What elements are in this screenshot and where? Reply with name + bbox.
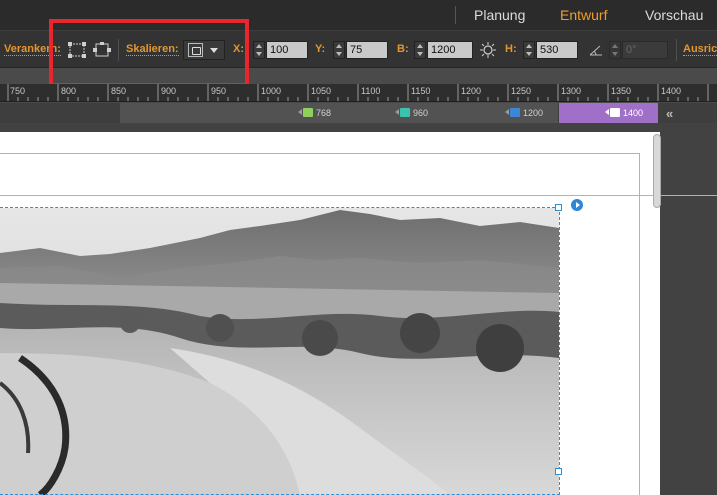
width-label: B: bbox=[397, 43, 409, 55]
breakpoint-label: 1400 bbox=[623, 108, 644, 118]
height-label: H: bbox=[505, 43, 517, 55]
breakpoint-swatch bbox=[510, 108, 520, 117]
chevron-down-icon bbox=[210, 48, 218, 53]
breakpoint-label: 1200 bbox=[523, 108, 544, 118]
height-stepper[interactable] bbox=[523, 41, 535, 59]
breakpoint-bar: 768 960 1200 1400 « bbox=[0, 103, 717, 123]
horizontal-ruler: 750 800 850 900 950 1000 1050 1100 1150 … bbox=[0, 84, 717, 102]
frame-options-button[interactable] bbox=[570, 198, 584, 212]
scale-dropdown[interactable] bbox=[183, 40, 225, 60]
breakpoint-1400[interactable]: 1400 bbox=[605, 107, 643, 119]
breakpoint-swatch bbox=[610, 108, 620, 117]
breakpoint-768[interactable]: 768 bbox=[298, 107, 331, 119]
resize-handle[interactable] bbox=[555, 204, 562, 211]
breakpoint-960[interactable]: 960 bbox=[395, 107, 428, 119]
resize-handle[interactable] bbox=[555, 468, 562, 475]
toolbar-separator bbox=[676, 39, 677, 61]
breakpoint-swatch bbox=[303, 108, 313, 117]
breakpoint-1200[interactable]: 1200 bbox=[505, 107, 543, 119]
align-label[interactable]: Ausric bbox=[683, 43, 717, 56]
ruler-label: 1000 bbox=[261, 86, 282, 96]
ruler-label: 1250 bbox=[511, 86, 532, 96]
breakpoint-track bbox=[120, 103, 558, 123]
mode-tab-entwurf[interactable]: Entwurf bbox=[560, 7, 607, 23]
ruler-label: 900 bbox=[161, 86, 177, 96]
breakpoint-label: 768 bbox=[316, 108, 332, 118]
scrollbar-thumb[interactable] bbox=[653, 134, 661, 208]
ruler-label: 1350 bbox=[611, 86, 632, 96]
x-stepper[interactable] bbox=[253, 41, 265, 59]
collapse-chevron-icon[interactable]: « bbox=[666, 106, 673, 121]
rotation-angle-icon bbox=[587, 41, 607, 59]
ruler-label: 1050 bbox=[311, 86, 332, 96]
ruler-ticks bbox=[7, 84, 709, 101]
width-input[interactable]: 1200 bbox=[427, 41, 473, 59]
ruler-label: 1200 bbox=[461, 86, 482, 96]
mode-separator bbox=[455, 6, 456, 24]
breakpoint-1400-active[interactable]: 1400 bbox=[559, 103, 658, 123]
mode-tab-planung[interactable]: Planung bbox=[474, 7, 525, 23]
guide-line bbox=[0, 153, 640, 154]
angle-input: 0° bbox=[622, 41, 668, 59]
guide-line bbox=[0, 195, 717, 196]
anchor-resize-icon[interactable] bbox=[92, 41, 112, 59]
angle-stepper bbox=[609, 41, 621, 59]
breakpoint-label: 960 bbox=[413, 108, 429, 118]
scale-label[interactable]: Skalieren: bbox=[126, 43, 179, 56]
y-label: Y: bbox=[315, 43, 326, 55]
y-stepper[interactable] bbox=[333, 41, 345, 59]
mode-bar: Planung Entwurf Vorschau bbox=[0, 0, 717, 30]
x-label: X: bbox=[233, 43, 244, 55]
ruler-label: 1100 bbox=[361, 86, 381, 96]
ruler-label: 750 bbox=[10, 86, 26, 96]
ruler-label: 1300 bbox=[561, 86, 582, 96]
ruler-label: 1400 bbox=[661, 86, 682, 96]
ruler-label: 1150 bbox=[411, 86, 431, 96]
toolbar-separator bbox=[118, 39, 119, 61]
x-input[interactable]: 100 bbox=[266, 41, 308, 59]
control-bar: Verankern: Skalieren: X: 100 Y: 75 B: 12… bbox=[0, 30, 717, 68]
width-stepper[interactable] bbox=[414, 41, 426, 59]
guide-line bbox=[639, 153, 640, 495]
height-input[interactable]: 530 bbox=[536, 41, 578, 59]
ruler-label: 950 bbox=[211, 86, 227, 96]
lock-proportions-icon bbox=[188, 43, 203, 57]
anchor-position-icon[interactable] bbox=[67, 41, 87, 59]
ruler-label: 850 bbox=[111, 86, 127, 96]
breakpoint-swatch bbox=[400, 108, 410, 117]
link-dimensions-icon[interactable] bbox=[478, 41, 498, 59]
anchor-label[interactable]: Verankern: bbox=[4, 43, 61, 56]
mode-tab-vorschau[interactable]: Vorschau bbox=[645, 7, 703, 23]
y-input[interactable]: 75 bbox=[346, 41, 388, 59]
vertical-scrollbar[interactable] bbox=[651, 130, 663, 210]
ruler-label: 800 bbox=[61, 86, 77, 96]
landscape-image[interactable] bbox=[0, 208, 559, 495]
